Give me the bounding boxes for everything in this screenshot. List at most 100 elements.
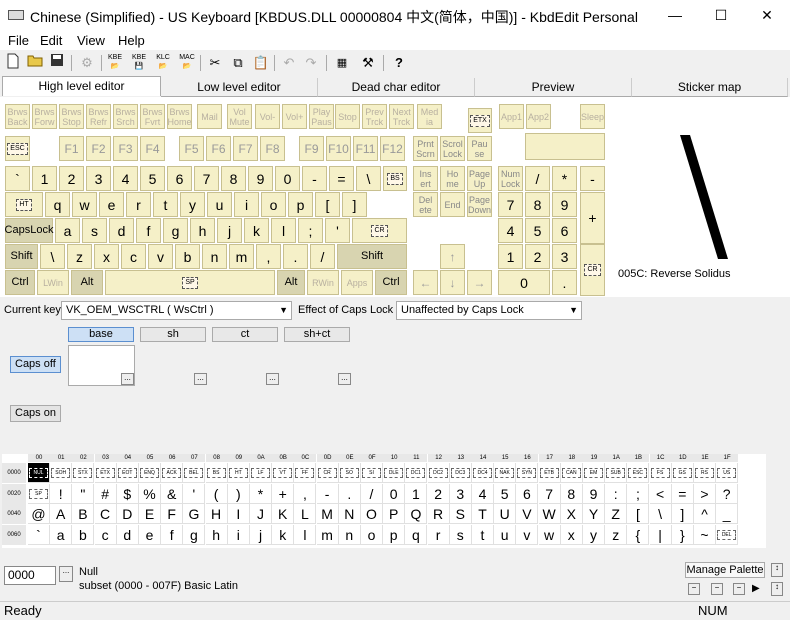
browser-key-0[interactable]: Brws Back xyxy=(5,104,30,129)
grid-cell[interactable]: * xyxy=(250,483,272,504)
f12-key[interactable]: F12 xyxy=(380,136,405,161)
row1-key-2[interactable]: 2 xyxy=(59,166,84,191)
grid-cell[interactable]: CAN xyxy=(560,463,583,483)
grid-cell[interactable]: SO xyxy=(338,463,361,483)
paste-icon[interactable]: 📋 xyxy=(251,53,271,73)
row4-key-3[interactable]: c xyxy=(121,244,146,269)
num-row4-key-0[interactable]: 1 xyxy=(498,244,523,269)
grid-cell[interactable]: RS xyxy=(694,463,716,483)
row3-key-4[interactable]: g xyxy=(163,218,188,243)
manage-palette-button[interactable]: Manage Palette xyxy=(685,562,765,578)
num-enter-key[interactable]: CR xyxy=(580,244,605,296)
grid-cell[interactable]: } xyxy=(671,524,694,545)
grid-cell[interactable]: > xyxy=(694,483,716,504)
grid-cell[interactable]: J xyxy=(250,504,272,524)
grid-cell[interactable]: { xyxy=(627,524,650,545)
grid-cell[interactable]: LF xyxy=(250,463,272,483)
browser-key-15[interactable]: Med ia xyxy=(417,104,442,129)
grid-cell[interactable]: K xyxy=(272,504,295,524)
browser-key-12[interactable]: Stop xyxy=(335,104,360,129)
browser-key-8[interactable]: Vol Mute xyxy=(227,104,252,129)
grid-cell[interactable]: EM xyxy=(583,463,605,483)
f2-key[interactable]: F2 xyxy=(86,136,111,161)
grid-cell[interactable]: Z xyxy=(605,504,628,524)
palette-scroll-down-icon[interactable]: ↕ xyxy=(771,582,783,596)
grid-cell[interactable]: _ xyxy=(716,504,739,524)
row3-key-7[interactable]: k xyxy=(244,218,269,243)
f6-key[interactable]: F6 xyxy=(206,136,231,161)
grid-cell[interactable]: S xyxy=(449,504,472,524)
row1-key-1[interactable]: 1 xyxy=(32,166,57,191)
grid-cell[interactable]: 1 xyxy=(405,483,428,504)
ctrl-right-key[interactable]: Ctrl xyxy=(375,270,407,295)
row3-key-5[interactable]: h xyxy=(190,218,215,243)
grid-cell[interactable]: % xyxy=(139,483,161,504)
grid-cell[interactable]: GS xyxy=(671,463,694,483)
row1-key-7[interactable]: 7 xyxy=(194,166,219,191)
grid-cell[interactable]: DC1 xyxy=(405,463,428,483)
code-input[interactable]: 0000 xyxy=(4,566,56,585)
grid-cell[interactable]: ` xyxy=(28,524,50,545)
grid-cell[interactable]: DLE xyxy=(383,463,406,483)
palette-scroll-up-icon[interactable]: ↕ xyxy=(771,563,783,577)
row3-key-2[interactable]: d xyxy=(109,218,134,243)
backspace-key[interactable]: BS xyxy=(383,166,407,191)
grid-cell[interactable]: 7 xyxy=(538,483,561,504)
row3-key-0[interactable]: a xyxy=(55,218,80,243)
grid-cell[interactable]: " xyxy=(72,483,95,504)
grid-cell[interactable]: @ xyxy=(28,504,50,524)
caps-on-button[interactable]: Caps on xyxy=(10,405,61,422)
grid-cell[interactable]: US xyxy=(716,463,739,483)
row3-key-10[interactable]: ' xyxy=(325,218,350,243)
etx-key[interactable]: ETX xyxy=(468,108,492,133)
del-row-key-2[interactable]: Page Down xyxy=(467,192,492,217)
num-row1-key-2[interactable]: - xyxy=(580,166,605,191)
capslock-key[interactable]: CapsLock xyxy=(5,218,53,243)
grid-cell[interactable]: D xyxy=(116,504,139,524)
tab-low-level-editor[interactable]: Low level editor xyxy=(161,78,318,97)
grid-cell[interactable]: l xyxy=(294,524,317,545)
grid-cell[interactable]: b xyxy=(72,524,95,545)
row2-key-9[interactable]: p xyxy=(288,192,313,217)
tab-dead-char-editor[interactable]: Dead char editor xyxy=(318,78,475,97)
grid-cell[interactable]: X xyxy=(560,504,583,524)
grid-cell[interactable]: q xyxy=(405,524,428,545)
f9-key[interactable]: F9 xyxy=(299,136,324,161)
grid-cell[interactable]: EOT xyxy=(116,463,139,483)
grid-cell[interactable]: O xyxy=(361,504,383,524)
grid-cell[interactable]: & xyxy=(161,483,184,504)
open-icon[interactable] xyxy=(25,53,45,73)
space-key[interactable]: SP xyxy=(105,270,275,295)
grid-cell[interactable]: h xyxy=(205,524,228,545)
grid-cell[interactable]: SP xyxy=(28,483,50,504)
nav-top-key-0[interactable]: Prnt Scrn xyxy=(413,136,438,161)
grid-cell[interactable]: E xyxy=(139,504,161,524)
numlock-key[interactable]: Num Lock xyxy=(498,166,523,191)
row4-key-5[interactable]: b xyxy=(175,244,200,269)
row2-key-3[interactable]: r xyxy=(126,192,151,217)
f1-key[interactable]: F1 xyxy=(59,136,84,161)
grid-cell[interactable]: N xyxy=(338,504,361,524)
row2-key-11[interactable]: ] xyxy=(342,192,367,217)
cut-icon[interactable]: ✂ xyxy=(205,53,225,73)
grid-cell[interactable]: T xyxy=(472,504,494,524)
grid-cell[interactable]: DC4 xyxy=(472,463,494,483)
grid-cell[interactable]: j xyxy=(250,524,272,545)
row1-key-4[interactable]: 4 xyxy=(113,166,138,191)
grid-cell[interactable]: 6 xyxy=(516,483,539,504)
copy-icon[interactable]: ⧉ xyxy=(228,53,248,73)
browser-key-2[interactable]: Brws Stop xyxy=(59,104,84,129)
row2-key-7[interactable]: i xyxy=(234,192,259,217)
maximize-button[interactable]: ☐ xyxy=(698,0,744,30)
kbe-save-icon[interactable]: KBE 💾 xyxy=(129,53,149,73)
arrow-key-2[interactable]: → xyxy=(467,270,492,295)
backslash-key[interactable]: \ xyxy=(356,166,381,191)
grid-cell[interactable]: c xyxy=(94,524,117,545)
ins-row-key-2[interactable]: Page Up xyxy=(467,166,492,191)
grid-cell[interactable]: SI xyxy=(361,463,383,483)
grid-cell[interactable]: $ xyxy=(116,483,139,504)
shift-left-key[interactable]: Shift xyxy=(5,244,38,269)
klc-icon[interactable]: KLC 📂 xyxy=(153,53,173,73)
del-row-key-1[interactable]: End xyxy=(440,192,465,217)
shift-state-ct[interactable]: ct xyxy=(212,327,278,342)
